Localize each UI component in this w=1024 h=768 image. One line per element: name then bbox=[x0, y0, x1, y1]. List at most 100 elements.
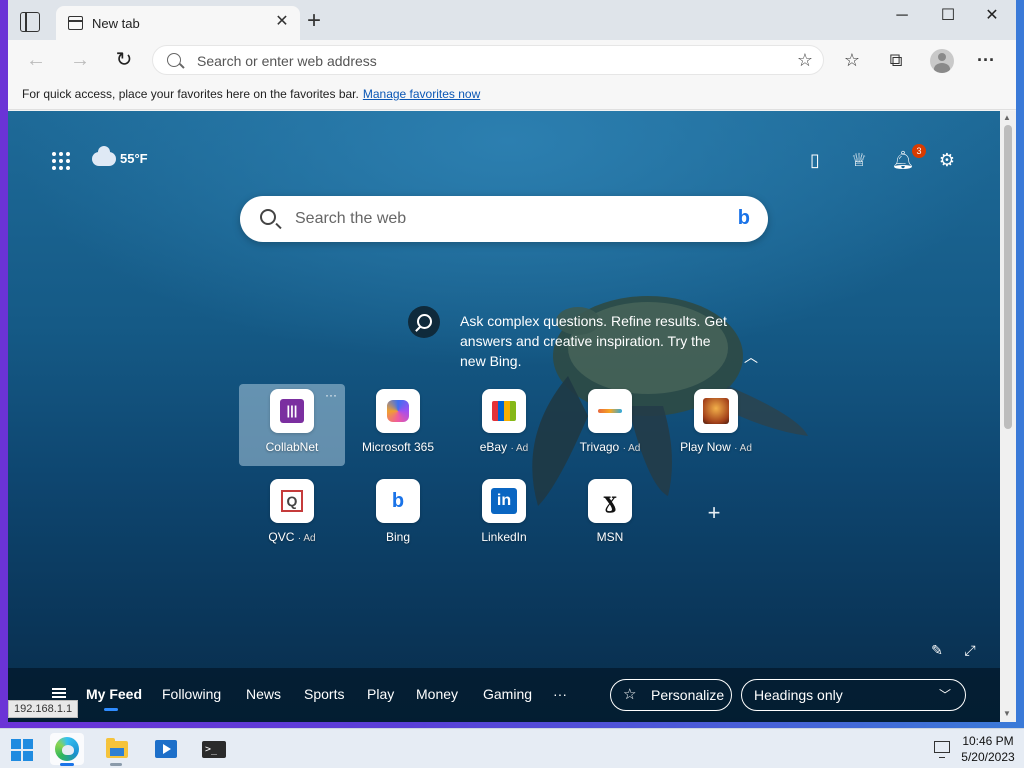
scrollbar-thumb[interactable] bbox=[1004, 125, 1012, 429]
quick-link-name: Trivago bbox=[579, 440, 620, 454]
taskbar-clock[interactable]: 10:46 PM 5/20/2023 bbox=[956, 733, 1020, 765]
media-player-icon bbox=[155, 740, 177, 758]
bing-logo-icon[interactable]: b bbox=[738, 207, 750, 230]
settings-more-button[interactable]: ··· bbox=[974, 48, 998, 72]
trivago-logo-icon bbox=[588, 389, 632, 433]
bing-promo-text[interactable]: Ask complex questions. Refine results. G… bbox=[460, 311, 730, 371]
tab-my-feed[interactable]: My Feed bbox=[86, 686, 142, 711]
web-search-box[interactable]: Search the web b bbox=[240, 196, 768, 242]
tab-play[interactable]: Play bbox=[367, 686, 394, 702]
page-scrollbar[interactable]: ▲ ▼ bbox=[1000, 111, 1016, 722]
quick-link-collabnet[interactable]: ||| ··· CollabNet bbox=[239, 384, 345, 466]
quick-link-name: LinkedIn bbox=[481, 530, 527, 544]
feed-more-button[interactable]: ··· bbox=[553, 686, 567, 702]
tab-new-tab[interactable]: New tab ✕ bbox=[56, 6, 300, 40]
phone-icon[interactable]: ▯ bbox=[802, 147, 828, 173]
tab-title: New tab bbox=[92, 16, 140, 31]
scroll-down-arrow-icon[interactable]: ▼ bbox=[1003, 709, 1011, 718]
personalize-label: Personalize bbox=[651, 687, 725, 703]
back-button[interactable]: ← bbox=[24, 48, 48, 72]
quick-link-more-icon[interactable]: ··· bbox=[325, 388, 337, 402]
search-icon bbox=[260, 209, 276, 225]
add-quick-link-button[interactable]: + bbox=[704, 502, 724, 524]
refresh-button[interactable]: ↻ bbox=[112, 48, 136, 72]
qvc-tile: Q bbox=[270, 479, 314, 523]
tab-close-icon[interactable]: ✕ bbox=[272, 12, 292, 32]
favorites-icon[interactable]: ☆ bbox=[840, 48, 864, 72]
minimize-button[interactable]: ─ bbox=[880, 4, 924, 28]
collapse-chevron-up-icon[interactable]: ︿ bbox=[744, 347, 760, 365]
trivago-tile bbox=[588, 389, 632, 433]
browser-window: New tab ✕ + ─ ☐ ✕ ← → ↻ Search or enter … bbox=[8, 0, 1016, 722]
rewards-icon[interactable]: ♕ bbox=[846, 147, 872, 173]
layout-dropdown[interactable]: Headings only ﹀ bbox=[741, 679, 966, 711]
play-now-game-icon bbox=[694, 389, 738, 433]
ad-label: · Ad bbox=[622, 443, 641, 454]
quick-link-linkedin[interactable]: in LinkedIn bbox=[451, 474, 557, 556]
windows-logo-icon bbox=[11, 739, 33, 761]
tab-actions-icon[interactable] bbox=[20, 12, 40, 32]
quick-link-trivago[interactable]: Trivago · Ad bbox=[557, 384, 663, 466]
quick-link-label: MSN bbox=[557, 530, 663, 544]
edge-icon bbox=[55, 737, 79, 761]
collabnet-icon: ||| bbox=[270, 389, 314, 433]
forward-button[interactable]: → bbox=[68, 48, 92, 72]
clock-time: 10:46 PM bbox=[962, 734, 1014, 748]
add-favorite-icon[interactable]: ☆ bbox=[797, 50, 813, 71]
msn-tile: ɣ bbox=[588, 479, 632, 523]
quick-link-bing[interactable]: b Bing bbox=[345, 474, 451, 556]
quick-link-name: eBay bbox=[479, 440, 508, 454]
expand-fullscreen-icon[interactable]: ⤢ bbox=[961, 641, 979, 659]
taskbar-media-player[interactable] bbox=[149, 733, 183, 765]
microsoft-365-icon bbox=[376, 389, 420, 433]
maximize-button[interactable]: ☐ bbox=[926, 4, 970, 28]
weather-temp: 55°F bbox=[120, 151, 148, 166]
manage-favorites-link[interactable]: Manage favorites now bbox=[363, 87, 480, 101]
quick-link-qvc[interactable]: Q QVC · Ad bbox=[239, 474, 345, 556]
taskbar-terminal[interactable]: >_ bbox=[197, 733, 231, 765]
quick-link-microsoft-365[interactable]: Microsoft 365 bbox=[345, 384, 451, 466]
tab-following[interactable]: Following bbox=[162, 686, 221, 702]
favorites-bar: For quick access, place your favorites h… bbox=[8, 80, 1016, 110]
running-indicator bbox=[110, 763, 122, 766]
close-window-button[interactable]: ✕ bbox=[970, 4, 1014, 28]
page-settings-gear-icon[interactable]: ⚙ bbox=[934, 147, 960, 173]
quick-link-name: Microsoft 365 bbox=[361, 440, 435, 454]
personalize-button[interactable]: ☆ Personalize bbox=[610, 679, 732, 711]
start-button[interactable] bbox=[4, 733, 38, 765]
search-icon bbox=[167, 53, 181, 67]
hamburger-menu-icon[interactable] bbox=[52, 688, 66, 698]
edit-background-icon[interactable]: ✎ bbox=[928, 641, 946, 659]
web-search-input[interactable]: Search the web bbox=[295, 210, 406, 228]
bing-chat-search-icon[interactable] bbox=[408, 306, 440, 338]
apps-launcher-icon[interactable] bbox=[52, 152, 70, 170]
quick-link-name: MSN bbox=[596, 530, 624, 544]
layout-selected-value: Headings only bbox=[754, 687, 843, 703]
profile-avatar[interactable] bbox=[930, 49, 954, 73]
quick-link-ebay[interactable]: eBay · Ad bbox=[451, 384, 557, 466]
quick-link-label: Trivago · Ad bbox=[557, 440, 663, 454]
quick-link-name: QVC bbox=[268, 530, 295, 544]
tab-gaming[interactable]: Gaming bbox=[483, 686, 532, 702]
taskbar-edge[interactable] bbox=[50, 733, 84, 766]
quick-link-name: CollabNet bbox=[265, 440, 319, 454]
collabnet-tile: ||| bbox=[270, 389, 314, 433]
quick-link-label: Play Now · Ad bbox=[663, 440, 769, 454]
scroll-up-arrow-icon[interactable]: ▲ bbox=[1003, 113, 1011, 122]
tab-strip: New tab ✕ + ─ ☐ ✕ bbox=[8, 0, 1016, 40]
feed-navigation-bar: My Feed Following News Sports Play Money… bbox=[8, 668, 1000, 722]
quick-link-msn[interactable]: ɣ MSN bbox=[557, 474, 663, 556]
tab-sports[interactable]: Sports bbox=[304, 686, 344, 702]
address-input[interactable]: Search or enter web address bbox=[197, 53, 377, 69]
collections-icon[interactable]: ⧉ bbox=[884, 48, 908, 72]
taskbar: >_ 10:46 PM 5/20/2023 bbox=[0, 728, 1024, 768]
tab-money[interactable]: Money bbox=[416, 686, 458, 702]
terminal-icon: >_ bbox=[202, 741, 226, 758]
network-icon[interactable] bbox=[934, 741, 950, 758]
taskbar-file-explorer[interactable] bbox=[99, 733, 133, 766]
new-tab-button[interactable]: + bbox=[302, 9, 326, 34]
quick-link-play-now[interactable]: Play Now · Ad bbox=[663, 384, 769, 466]
address-bar[interactable]: Search or enter web address ☆ bbox=[152, 45, 824, 75]
tab-news[interactable]: News bbox=[246, 686, 281, 702]
quick-link-label: Microsoft 365 bbox=[345, 440, 451, 454]
